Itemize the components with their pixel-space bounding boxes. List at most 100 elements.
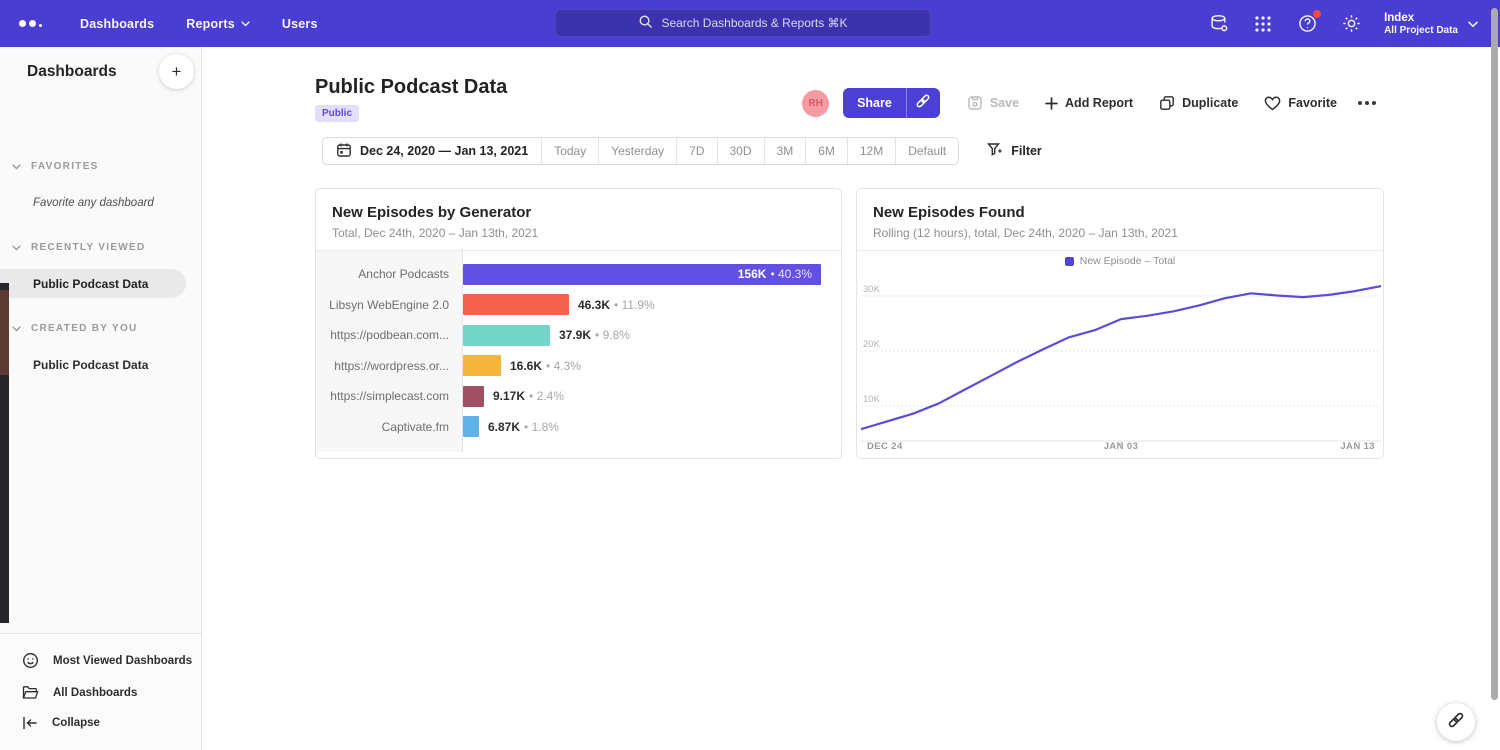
top-nav: Dashboards Reports Users Search Dashboards… — [0, 0, 1500, 47]
save-button[interactable]: Save — [954, 88, 1032, 118]
nav-item-users[interactable]: Users — [270, 9, 330, 39]
bar-segment[interactable]: 156K• 40.3% — [463, 264, 821, 285]
chevron-down-icon — [241, 21, 250, 27]
bar-track: 46.3K• 11.9% — [463, 290, 841, 321]
date-preset-3m[interactable]: 3M — [764, 138, 806, 164]
sidebar-section-created-by-you[interactable]: CREATED BY YOU — [0, 309, 202, 347]
filter-button[interactable]: Filter — [987, 142, 1042, 161]
legend-item[interactable]: New Episode – Total — [857, 255, 1383, 267]
date-preset-yesterday[interactable]: Yesterday — [598, 138, 676, 164]
add-dashboard-button[interactable]: + — [159, 54, 194, 89]
project-subtitle: All Project Data — [1384, 25, 1458, 36]
bar-segment[interactable] — [463, 294, 569, 315]
sidebar-section-favorites[interactable]: FAVORITES — [0, 147, 202, 185]
x-axis-labels: DEC 24JAN 03JAN 13 — [867, 441, 1375, 453]
duplicate-button[interactable]: Duplicate — [1146, 88, 1251, 118]
y-axis-tick-label: 30K — [863, 284, 881, 295]
section-gap — [0, 301, 202, 309]
help-icon[interactable] — [1296, 13, 1318, 35]
bar-track: 9.17K• 2.4% — [463, 381, 841, 412]
report-subtitle: Total, Dec 24th, 2020 – Jan 13th, 2021 — [332, 226, 538, 240]
y-axis-tick-label: 10K — [863, 394, 881, 405]
vertical-scrollbar[interactable] — [1491, 8, 1498, 700]
copy-link-button[interactable] — [906, 88, 940, 118]
report-card-new-episodes-found: New Episodes Found Rolling (12 hours), t… — [856, 188, 1384, 459]
section-gap — [0, 382, 202, 390]
chevron-down-icon — [12, 157, 21, 175]
date-preset-30d[interactable]: 30D — [717, 138, 764, 164]
link-icon — [915, 93, 931, 114]
sidebar-footer-label: Collapse — [52, 717, 100, 729]
project-name: Index — [1384, 11, 1458, 25]
duplicate-icon — [1159, 95, 1175, 111]
bar-chart-row: https://podbean.com... 37.9K• 9.8% — [316, 320, 841, 351]
y-axis-tick-label: 20K — [863, 339, 881, 350]
date-preset-12m[interactable]: 12M — [847, 138, 895, 164]
search-input[interactable]: Search Dashboards & Reports ⌘K — [555, 9, 931, 37]
sidebar-item-favorite-any-dashboard: Favorite any dashboard — [0, 188, 202, 217]
report-subtitle: Rolling (12 hours), total, Dec 24th, 202… — [873, 226, 1178, 240]
share-link-fab[interactable] — [1437, 703, 1475, 741]
date-presets: TodayYesterday7D30D3M6M12MDefault — [541, 138, 958, 164]
sidebar-footer-all-dashboards[interactable]: All Dashboards — [0, 677, 201, 708]
more-options-button[interactable] — [1350, 101, 1384, 105]
favorite-button[interactable]: Favorite — [1251, 88, 1350, 118]
bar-track: 37.9K• 9.8% — [463, 320, 841, 351]
date-preset-7d[interactable]: 7D — [676, 138, 716, 164]
sidebar-item-public-podcast-data[interactable]: Public Podcast Data — [0, 350, 202, 379]
folder-icon — [22, 685, 39, 700]
date-preset-default[interactable]: Default — [895, 138, 958, 164]
desktop-edge-artifact — [0, 290, 9, 375]
bar-segment[interactable] — [463, 416, 479, 437]
bar-segment[interactable] — [463, 355, 501, 376]
plus-icon — [1045, 97, 1058, 110]
sidebar-footer: Most Viewed DashboardsAll Dashboards Coll… — [0, 633, 201, 750]
bar-segment[interactable] — [463, 386, 484, 407]
line-chart-svg: 10K 20K 30K — [861, 271, 1381, 449]
project-switcher[interactable]: Index All Project Data — [1384, 11, 1478, 36]
sidebar-footer-collapse[interactable]: Collapse — [0, 708, 201, 738]
nav-item-reports[interactable]: Reports — [174, 9, 262, 39]
mixpanel-logo-icon[interactable] — [19, 20, 42, 27]
sidebar-item-public-podcast-data[interactable]: Public Podcast Data — [0, 269, 186, 298]
bar-category-label: https://simplecast.com — [316, 389, 463, 403]
nav-item-dashboards[interactable]: Dashboards — [68, 9, 166, 39]
report-title: New Episodes by Generator — [332, 204, 531, 221]
sidebar-section-recently-viewed[interactable]: RECENTLY VIEWED — [0, 228, 202, 266]
sidebar-section-label: FAVORITES — [31, 161, 99, 172]
sidebar-item-label: Public Podcast Data — [33, 277, 148, 291]
data-management-icon[interactable] — [1208, 13, 1230, 35]
sidebar-footer-most-viewed-dashboards[interactable]: Most Viewed Dashboards — [0, 644, 201, 677]
sidebar-section-label: CREATED BY YOU — [31, 323, 138, 334]
bar-segment[interactable] — [463, 325, 550, 346]
settings-gear-icon[interactable] — [1340, 13, 1362, 35]
date-preset-6m[interactable]: 6M — [805, 138, 847, 164]
bar-chart: Anchor Podcasts156K• 40.3%Libsyn WebEngi… — [316, 259, 841, 442]
date-controls: Dec 24, 2020 — Jan 13, 2021 TodayYesterd… — [322, 137, 1042, 165]
search-icon — [638, 14, 653, 32]
bar-category-label: https://podbean.com... — [316, 328, 463, 342]
bar-chart-row: Libsyn WebEngine 2.046.3K• 11.9% — [316, 290, 841, 321]
legend-swatch — [1065, 257, 1074, 266]
apps-grid-icon[interactable] — [1252, 13, 1274, 35]
add-report-button[interactable]: Add Report — [1032, 88, 1146, 118]
link-icon — [1447, 711, 1465, 734]
nav-item-label: Reports — [186, 17, 235, 31]
avatar[interactable]: RH — [802, 90, 829, 117]
x-axis-tick-label: JAN 03 — [1104, 441, 1139, 452]
sidebar-item-label: Favorite any dashboard — [33, 197, 154, 209]
share-button[interactable]: Share — [843, 88, 906, 118]
bar-value-label: 37.9K• 9.8% — [559, 328, 630, 342]
heart-icon — [1264, 95, 1281, 111]
sidebar: Dashboards + FAVORITES Favorite any dashb… — [0, 47, 202, 750]
smiley-icon — [22, 652, 39, 669]
search-placeholder: Search Dashboards & Reports ⌘K — [661, 16, 847, 30]
bar-track: 156K• 40.3% — [463, 259, 841, 290]
date-range-picker[interactable]: Dec 24, 2020 — Jan 13, 2021 — [323, 138, 541, 164]
nav-item-label: Dashboards — [80, 17, 154, 31]
sidebar-title: Dashboards — [27, 63, 117, 81]
notification-dot — [1313, 10, 1321, 18]
chevron-down-icon — [12, 238, 21, 256]
save-icon — [967, 95, 983, 111]
date-preset-today[interactable]: Today — [541, 138, 598, 164]
